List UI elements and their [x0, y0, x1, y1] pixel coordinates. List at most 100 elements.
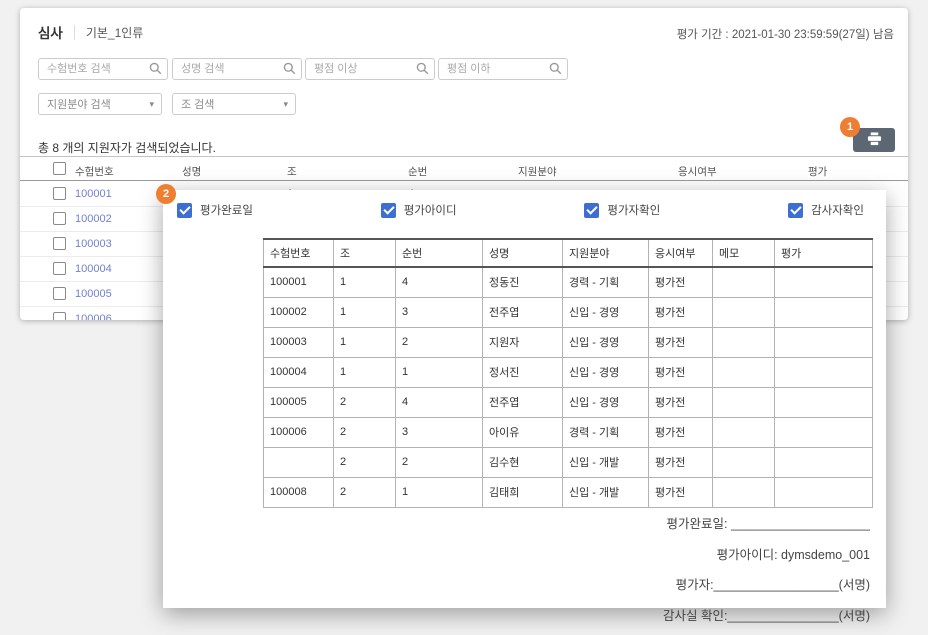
pcol-group: 조 [333, 238, 396, 268]
pcell: 1 [395, 476, 483, 508]
pcell: 4 [395, 266, 483, 298]
row-checkbox[interactable] [53, 212, 66, 225]
pcell: 정동진 [482, 266, 563, 298]
pcell: 100001 [263, 266, 334, 298]
pcell: 100006 [263, 416, 334, 448]
pcell [774, 266, 873, 298]
search-icon [149, 62, 162, 80]
option-label: 평가자확인 [607, 205, 661, 217]
row-checkbox[interactable] [53, 262, 66, 275]
pcell: 4 [395, 386, 483, 418]
tab-divider [73, 24, 75, 40]
pcell [712, 446, 775, 478]
pcell [712, 266, 775, 298]
pcell: 100004 [263, 356, 334, 388]
applicant-table-header: 수험번호 성명 조 순번 지원분야 응시여부 평가 [20, 156, 908, 181]
group-filter-dropdown[interactable]: 조 검색 ▾ [172, 93, 296, 115]
col-header-status: 응시여부 [678, 166, 717, 178]
pcell [774, 326, 873, 358]
pcell [263, 446, 334, 478]
exam-no-link[interactable]: 100005 [75, 288, 112, 300]
pcell [712, 326, 775, 358]
option-evaluator-confirm[interactable]: 평가자확인 [584, 202, 660, 218]
exam-no-link[interactable]: 100006 [75, 313, 112, 320]
row-checkbox[interactable] [53, 287, 66, 300]
row-checkbox[interactable] [53, 237, 66, 250]
option-completion-date[interactable]: 평가완료일 [177, 202, 253, 218]
pcell [774, 446, 873, 478]
field-filter-value: 지원분야 검색 [47, 99, 111, 111]
checked-checkbox[interactable] [584, 202, 600, 218]
completion-date-line: 평가완료일: ____________________ [666, 517, 870, 531]
checked-checkbox[interactable] [177, 202, 192, 218]
pcell: 100005 [263, 386, 334, 418]
option-auditor-confirm[interactable]: 감사자확인 [788, 202, 864, 218]
pcell [774, 386, 873, 418]
preview-table-header: 수험번호 조 순번 성명 지원분야 응시여부 메모 평가 [263, 238, 873, 268]
pcell [774, 476, 873, 508]
preview-row: 100008 2 1 김태희 신입 - 개발 평가전 [263, 476, 873, 508]
pcell: 평가전 [648, 266, 713, 298]
pcell: 평가전 [648, 326, 713, 358]
option-label: 감사자확인 [811, 205, 864, 217]
row-checkbox[interactable] [53, 312, 66, 320]
pcell: 전주엽 [482, 296, 563, 328]
pcell: 2 [395, 326, 483, 358]
pcell: 3 [395, 296, 483, 328]
preview-step-badge: 2 [156, 184, 176, 204]
exam-no-link[interactable]: 100002 [75, 213, 112, 225]
pcell: 김태희 [482, 476, 563, 508]
select-all-checkbox[interactable] [53, 162, 66, 175]
pcol-order: 순번 [395, 238, 483, 268]
preview-row: 100004 1 1 정서진 신입 - 경영 평가전 [263, 356, 873, 388]
pcell: 신입 - 개발 [562, 446, 649, 478]
search-icon [416, 62, 429, 80]
pcell: 1 [333, 326, 396, 358]
print-button[interactable] [853, 128, 895, 152]
checked-checkbox[interactable] [380, 202, 396, 218]
preview-row: 2 2 김수현 신입 - 개발 평가전 [263, 446, 873, 478]
exam-no-link[interactable]: 100001 [75, 188, 112, 200]
pcell: 평가전 [648, 356, 713, 388]
signature-footer: 평가완료일: ____________________ 평가아이디: dymsd… [663, 513, 870, 635]
field-filter-dropdown[interactable]: 지원분야 검색 ▾ [38, 93, 162, 115]
preview-table: 수험번호 조 순번 성명 지원분야 응시여부 메모 평가 100001 1 4 정동진… [263, 238, 873, 508]
pcell [712, 386, 775, 418]
pcell: 신입 - 경영 [562, 356, 649, 388]
tab-basic-1st-round[interactable]: 기본_1인류 [86, 24, 144, 41]
pcell: 2 [333, 446, 396, 478]
search-icon [549, 62, 562, 80]
option-label: 평가아이디 [403, 205, 457, 217]
evaluation-period-text: 평가 기간 : 2021-01-30 23:59:59(27일) 남음 [676, 29, 894, 41]
pcell: 3 [395, 416, 483, 448]
score-max-field [438, 58, 568, 80]
option-evaluator-id[interactable]: 평가아이디 [380, 202, 457, 218]
printer-icon [867, 131, 882, 149]
pcell: 정서진 [482, 356, 563, 388]
pcell: 100002 [263, 296, 334, 328]
pcell: 경력 - 기획 [562, 416, 649, 448]
pcell: 신입 - 경영 [562, 386, 649, 418]
group-filter-value: 조 검색 [181, 99, 215, 111]
preview-row: 100002 1 3 전주엽 신입 - 경영 평가전 [263, 296, 873, 328]
pcell: 2 [333, 416, 396, 448]
tab-bar: 심사 기본_1인류 [38, 22, 143, 42]
col-header-field: 지원분야 [518, 166, 557, 178]
pcell: 전주엽 [482, 386, 563, 418]
exam-no-link[interactable]: 100004 [75, 263, 112, 275]
tab-review[interactable]: 심사 [38, 22, 63, 42]
pcell: 2 [333, 476, 396, 508]
pcol-status: 응시여부 [648, 238, 713, 268]
search-icon [283, 62, 296, 80]
pcell: 신입 - 개발 [562, 476, 649, 508]
evaluator-id-line: 평가아이디: dymsdemo_001 [716, 547, 870, 562]
pcol-memo: 메모 [712, 238, 775, 268]
checked-checkbox[interactable] [788, 202, 804, 218]
preview-row: 100005 2 4 전주엽 신입 - 경영 평가전 [263, 386, 873, 418]
pcell: 2 [395, 446, 483, 478]
row-checkbox[interactable] [53, 187, 66, 200]
pcell: 평가전 [648, 476, 713, 508]
pcell [712, 356, 775, 388]
exam-no-link[interactable]: 100003 [75, 238, 112, 250]
pcell: 신입 - 경영 [562, 296, 649, 328]
